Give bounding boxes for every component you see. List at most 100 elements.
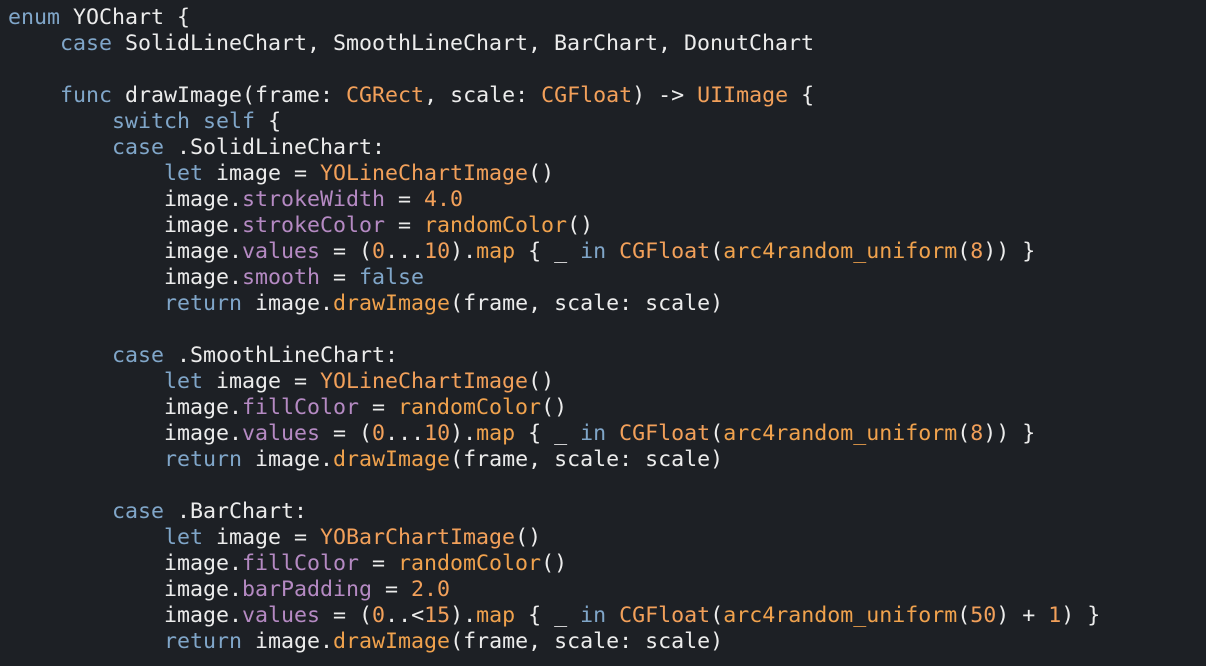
- code-line: image.strokeWidth = 4.0: [8, 187, 1100, 213]
- code-token-text: =: [359, 551, 399, 576]
- code-line: let image = YOLineChartImage(): [8, 161, 1100, 187]
- code-token-text: .SolidLineChart:: [164, 135, 386, 160]
- code-token-type: UIImage: [697, 83, 789, 108]
- code-token-keyword: case: [112, 135, 165, 160]
- code-token-type: CGFloat: [541, 83, 633, 108]
- code-editor[interactable]: enum YOChart { case SolidLineChart, Smoo…: [0, 0, 1206, 666]
- code-token-text: ...: [385, 421, 425, 446]
- code-token-text: { _: [515, 239, 581, 264]
- code-token-text: (): [541, 395, 568, 420]
- code-token-text: image.: [8, 395, 243, 420]
- code-token-type: YOLineChartImage: [320, 161, 529, 186]
- code-line: image.barPadding = 2.0: [8, 577, 1100, 603]
- code-token-text: =: [359, 395, 399, 420]
- code-token-text: ) ->: [632, 83, 698, 108]
- code-token-text: ...: [385, 239, 425, 264]
- code-line: image.values = (0..<15).map { _ in CGFlo…: [8, 603, 1100, 629]
- code-token-keyword: self: [203, 109, 256, 134]
- code-token-text: (): [528, 369, 555, 394]
- code-token-text: image.: [8, 213, 243, 238]
- code-token-text: (: [710, 421, 724, 446]
- code-token-function: randomColor: [398, 551, 542, 576]
- code-line: image.fillColor = randomColor(): [8, 395, 1100, 421]
- code-token-keyword: let: [164, 369, 204, 394]
- code-token-text: (: [957, 239, 971, 264]
- code-token-keyword: in: [580, 421, 607, 446]
- code-token-keyword: switch: [112, 109, 191, 134]
- code-line: switch self {: [8, 109, 1100, 135]
- code-token-function: drawImage: [333, 447, 451, 472]
- code-token-text: )) }: [983, 239, 1036, 264]
- code-token-number: 10: [424, 421, 451, 446]
- code-token-text: (): [567, 213, 594, 238]
- code-token-text: image.: [242, 447, 334, 472]
- code-token-text: { _: [515, 421, 581, 446]
- code-token-type: CGFloat: [619, 239, 711, 264]
- code-token-keyword: enum: [8, 5, 61, 30]
- code-block[interactable]: enum YOChart { case SolidLineChart, Smoo…: [8, 5, 1100, 655]
- code-token-number: 0: [372, 603, 386, 628]
- code-line: case .SolidLineChart:: [8, 135, 1100, 161]
- code-token-number: 2.0: [411, 577, 451, 602]
- code-token-text: ).: [450, 421, 477, 446]
- code-token-text: =: [385, 187, 425, 212]
- code-token-function: randomColor: [398, 395, 542, 420]
- code-token-number: 8: [970, 239, 984, 264]
- code-token-text: {: [255, 109, 282, 134]
- code-token-keyword: in: [580, 239, 607, 264]
- code-token-function: map: [476, 603, 516, 628]
- code-token-keyword: case: [60, 31, 113, 56]
- code-token-number: 15: [424, 603, 451, 628]
- code-token-keyword: let: [164, 525, 204, 550]
- code-token-text: image.: [8, 265, 243, 290]
- code-token-text: =: [320, 265, 360, 290]
- code-token-text: (): [528, 161, 555, 186]
- code-token-text: image =: [203, 161, 321, 186]
- code-line: image.values = (0...10).map { _ in CGFlo…: [8, 421, 1100, 447]
- code-token-text: image.: [8, 239, 243, 264]
- code-token-number: 1: [1048, 603, 1062, 628]
- code-token-text: ..<: [385, 603, 425, 628]
- code-line: return image.drawImage(frame, scale: sca…: [8, 447, 1100, 473]
- code-line: let image = YOBarChartImage(): [8, 525, 1100, 551]
- code-token-text: = (: [320, 239, 373, 264]
- code-token-keyword: let: [164, 161, 204, 186]
- code-line: return image.drawImage(frame, scale: sca…: [8, 291, 1100, 317]
- code-token-text: image =: [203, 525, 321, 550]
- code-token-property: fillColor: [242, 551, 360, 576]
- code-token-text: (: [710, 603, 724, 628]
- code-token-text: image.: [8, 187, 243, 212]
- code-line: case .BarChart:: [8, 499, 1100, 525]
- code-token-text: ) +: [996, 603, 1049, 628]
- code-line: return image.drawImage(frame, scale: sca…: [8, 629, 1100, 655]
- code-token-text: image =: [203, 369, 321, 394]
- code-token-property: smooth: [242, 265, 321, 290]
- code-token-text: { _: [515, 603, 581, 628]
- code-token-text: .BarChart:: [164, 499, 308, 524]
- code-token-keyword: case: [112, 499, 165, 524]
- code-token-function: map: [476, 421, 516, 446]
- code-token-text: ).: [450, 603, 477, 628]
- code-token-text: =: [385, 213, 425, 238]
- code-token-text: .SmoothLineChart:: [164, 343, 399, 368]
- code-line: image.strokeColor = randomColor(): [8, 213, 1100, 239]
- code-token-function: arc4random_uniform: [723, 603, 958, 628]
- code-token-keyword: case: [112, 343, 165, 368]
- code-token-number: 50: [970, 603, 997, 628]
- code-token-function: randomColor: [424, 213, 568, 238]
- code-token-property: fillColor: [242, 395, 360, 420]
- code-token-keyword: return: [164, 291, 243, 316]
